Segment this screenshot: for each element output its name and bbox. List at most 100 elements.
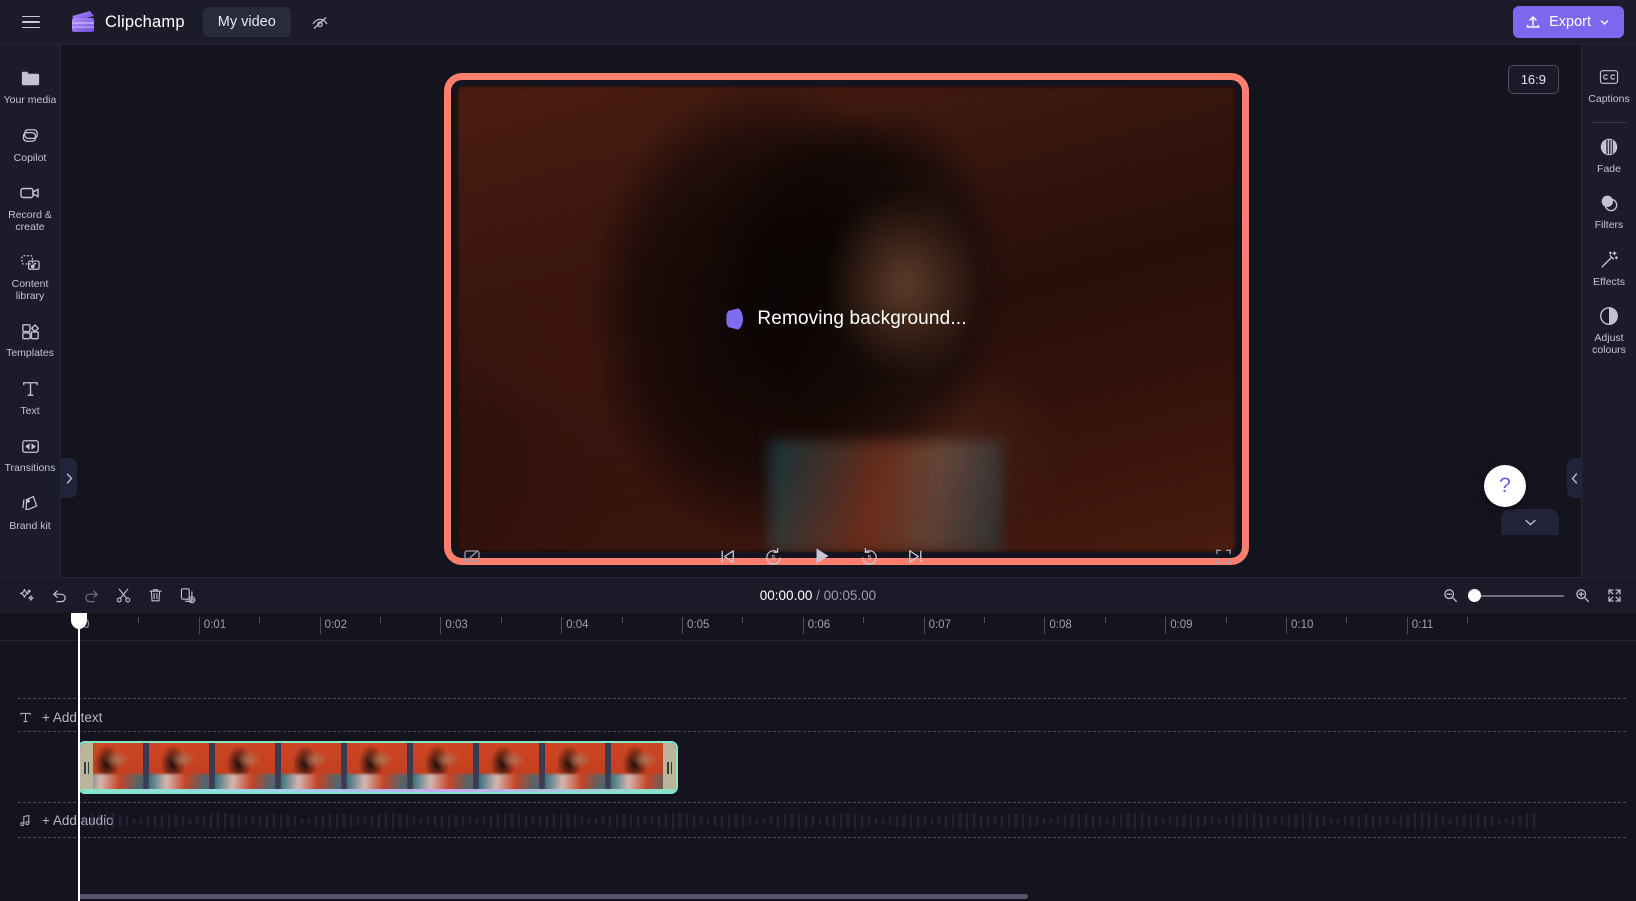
fit-to-screen-icon[interactable] [1604,586,1624,606]
aspect-ratio-button[interactable]: 16:9 [1507,65,1559,94]
transport-controls: 5 5 [713,540,929,572]
right-item-captions[interactable]: Captions [1582,57,1636,114]
right-item-fade[interactable]: Fade [1582,127,1636,184]
preview-area: 16:9 Removing background... ? 5 5 [61,45,1581,577]
ruler-label: 0:02 [324,619,347,631]
ruler-major-tick [198,617,200,634]
hamburger-icon[interactable] [14,5,48,39]
processing-status-text: Removing background... [757,308,967,329]
timeline-toolbar: 00:00.00 / 00:05.00 [0,577,1636,613]
text-t-icon [18,710,33,725]
right-item-effects[interactable]: Effects [1582,240,1636,297]
overlay-track-divider [18,698,1626,699]
clip-accent-bar [80,789,676,792]
current-time: 00:00.00 [759,588,813,603]
skip-to-start-icon[interactable] [713,542,741,570]
collapse-preview-button[interactable] [1501,509,1559,535]
sidebar-item-content-library[interactable]: Content library [0,241,61,310]
sidebar-item-text[interactable]: Text [0,368,61,426]
expand-panel-button[interactable] [61,458,77,498]
trim-handle-right[interactable] [663,743,676,792]
rewind-5s-icon[interactable]: 5 [759,542,787,570]
clipchamp-logo-icon [70,10,96,34]
zoom-out-icon[interactable] [1440,586,1460,606]
right-sidebar: Captions Fade Filters Effects Adjust col… [1581,45,1636,577]
right-item-label: Captions [1588,93,1630,105]
ruler-minor-tick [742,617,744,623]
ruler-major-tick [1165,617,1167,634]
captions-off-icon[interactable] [458,542,486,570]
brand: Clipchamp [70,10,185,34]
ruler-label: 0:10 [1291,619,1314,631]
playhead[interactable] [70,613,87,901]
fade-icon [1597,135,1621,159]
cc-icon [1597,65,1621,89]
play-button[interactable] [805,540,837,572]
redo-button[interactable] [76,582,106,610]
playhead-handle[interactable] [70,613,87,629]
zoom-slider[interactable] [1468,588,1564,604]
fullscreen-icon[interactable] [1209,542,1237,570]
video-camera-icon [18,181,42,205]
timeline-body[interactable]: 0 0:01 0:02 0:03 0:04 0:05 0:06 0:07 0:08 0:09 0:1… [0,613,1636,901]
add-text-track[interactable]: + Add text [18,710,102,725]
right-item-adjust-colours[interactable]: Adjust colours [1582,296,1636,364]
left-sidebar: Your media Copilot Record & create Conte… [0,45,77,577]
sidebar-item-copilot[interactable]: Copilot [0,115,61,173]
zoom-slider-knob[interactable] [1468,588,1481,602]
ruler-label: 0:09 [1170,619,1193,631]
clip-thumbnails [80,743,676,792]
ruler-major-tick [1044,617,1046,634]
ruler-major-tick [440,617,442,634]
folder-icon [18,66,42,90]
sidebar-item-your-media[interactable]: Your media [0,57,61,115]
ruler-minor-tick [1104,617,1106,623]
ruler-label: 0:05 [687,619,710,631]
ruler-major-tick [1286,617,1287,634]
eye-off-icon[interactable] [303,7,337,37]
sidebar-item-label: Record & create [8,209,52,233]
video-preview[interactable]: Removing background... [457,86,1236,552]
ruler-minor-tick [1467,617,1469,623]
right-item-label: Adjust colours [1592,332,1626,356]
ruler-label: 0:03 [445,619,468,631]
ruler-minor-tick [259,617,261,623]
video-clip[interactable] [78,741,678,794]
timeline-ruler[interactable]: 0 0:01 0:02 0:03 0:04 0:05 0:06 0:07 0:08 0:09 0:1… [0,613,1636,641]
audio-track-divider [18,802,1626,803]
ruler-major-tick [802,617,804,634]
ruler-minor-tick [1346,617,1348,623]
ruler-major-tick [561,617,563,634]
forward-5s-icon[interactable]: 5 [855,542,883,570]
transitions-icon [18,434,42,458]
trim-handle-left[interactable] [80,743,93,792]
right-item-label: Fade [1597,162,1621,175]
collapse-right-panel-button[interactable] [1567,458,1581,498]
adjust-colours-icon [1597,304,1621,328]
zoom-in-icon[interactable] [1572,586,1592,606]
help-button[interactable]: ? [1484,465,1526,507]
ruler-label: 0:04 [566,619,589,631]
delete-button[interactable] [140,582,170,610]
right-item-filters[interactable]: Filters [1582,183,1636,240]
undo-button[interactable] [44,582,74,610]
zoom-slider-track [1468,594,1564,597]
export-label: Export [1549,14,1591,30]
project-name-field[interactable]: My video [202,7,291,37]
duplicate-button[interactable] [172,582,202,610]
split-button[interactable] [108,582,138,610]
skip-to-end-icon[interactable] [901,542,929,570]
sidebar-item-record-create[interactable]: Record & create [0,172,61,241]
templates-icon [18,319,42,343]
effects-wand-icon [1597,248,1621,272]
timeline-horizontal-scrollbar[interactable] [78,894,1028,899]
processing-overlay: Removing background... [457,86,1236,552]
ruler-label: 0:11 [1411,619,1434,631]
sidebar-item-transitions[interactable]: Transitions [0,425,61,483]
export-button[interactable]: Export [1513,6,1624,38]
ai-tools-button[interactable] [12,582,42,610]
ruler-minor-tick [984,617,985,623]
brand-name: Clipchamp [105,12,185,31]
sidebar-item-brand-kit[interactable]: Brand kit [0,483,61,541]
sidebar-item-templates[interactable]: Templates [0,310,61,368]
